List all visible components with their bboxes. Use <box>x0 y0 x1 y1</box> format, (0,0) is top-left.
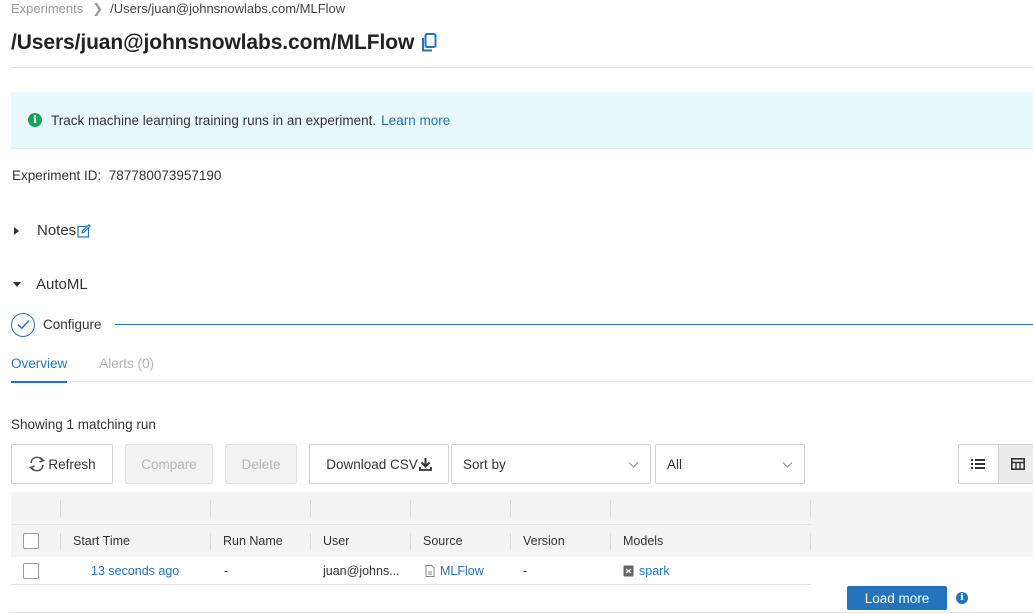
column-header-start-time[interactable]: Start Time <box>73 534 130 548</box>
breadcrumb-experiments-link[interactable]: Experiments <box>11 1 83 16</box>
page-title-text: /Users/juan@johnsnowlabs.com/MLFlow <box>11 31 415 54</box>
delete-button[interactable]: Delete <box>225 444 297 484</box>
experiment-tabs: Overview Alerts (0) <box>11 345 1033 383</box>
tab-overview[interactable]: Overview <box>11 345 68 383</box>
table-row[interactable]: 13 seconds ago - juan@johns... MLFlow - … <box>11 557 811 585</box>
column-header-run-name[interactable]: Run Name <box>223 534 283 548</box>
breadcrumb-current: /Users/juan@johnsnowlabs.com/MLFlow <box>110 1 346 16</box>
notebook-icon <box>425 565 435 577</box>
automl-label: AutoML <box>36 276 88 293</box>
learn-more-link[interactable]: Learn more <box>381 113 450 128</box>
runs-table: Start Time Run Name User Source Version … <box>11 492 1033 585</box>
column-separator <box>410 533 411 550</box>
table-icon <box>1010 458 1025 470</box>
column-separator <box>60 533 61 550</box>
tab-alerts[interactable]: Alerts (0) <box>99 345 154 382</box>
load-more-button[interactable]: Load more <box>847 586 947 610</box>
column-header-models[interactable]: Models <box>623 534 663 548</box>
model-link[interactable]: spark <box>639 564 670 578</box>
caret-right-icon <box>14 226 19 235</box>
source-cell: MLFlow <box>425 564 484 578</box>
column-separator <box>610 533 611 550</box>
column-separator <box>310 533 311 550</box>
table-header-row: Start Time Run Name User Source Version … <box>11 525 811 557</box>
breadcrumb: Experiments ❯ /Users/juan@johnsnowlabs.c… <box>11 0 345 17</box>
bottom-divider <box>11 612 1033 613</box>
group-separator <box>310 500 311 517</box>
copy-icon[interactable] <box>421 33 437 53</box>
filter-value: All <box>667 456 683 472</box>
select-all-checkbox[interactable] <box>23 533 39 549</box>
sort-by-value: Sort by <box>463 456 506 472</box>
automl-step-configure: Configure <box>11 312 1033 337</box>
refresh-button[interactable]: Refresh <box>11 444 113 484</box>
banner-text: Track machine learning training runs in … <box>51 112 377 128</box>
chevron-right-icon: ❯ <box>92 0 104 16</box>
experiment-id: Experiment ID: 787780073957190 <box>12 168 221 183</box>
view-mode-toggle <box>958 444 1033 484</box>
group-separator <box>210 500 211 517</box>
chevron-down-icon <box>628 462 639 468</box>
group-separator <box>610 500 611 517</box>
group-separator <box>60 500 61 517</box>
sort-by-select[interactable]: Sort by <box>451 444 651 484</box>
column-group-header <box>11 492 811 525</box>
info-icon[interactable]: i <box>956 592 968 604</box>
edit-icon[interactable] <box>77 223 92 238</box>
experiment-id-value: 787780073957190 <box>108 168 222 183</box>
title-divider <box>11 67 1033 68</box>
source-link[interactable]: MLFlow <box>440 564 484 578</box>
list-icon <box>971 459 986 469</box>
download-csv-label: Download CSV <box>326 456 418 472</box>
column-header-version[interactable]: Version <box>523 534 565 548</box>
check-icon <box>11 312 35 337</box>
column-separator <box>810 533 811 550</box>
automl-toggle[interactable]: AutoML <box>12 276 88 293</box>
column-header-source[interactable]: Source <box>423 534 463 548</box>
notes-label: Notes <box>37 222 77 239</box>
page-title: /Users/juan@johnsnowlabs.com/MLFlow <box>11 31 437 55</box>
configure-step-label: Configure <box>43 317 102 332</box>
download-icon <box>418 458 432 471</box>
column-header-user[interactable]: User <box>323 534 349 548</box>
column-separator <box>510 533 511 550</box>
refresh-icon <box>29 456 46 472</box>
compare-button[interactable]: Compare <box>125 444 213 484</box>
lifecycle-filter-select[interactable]: All <box>655 444 805 484</box>
chevron-down-icon <box>782 462 793 468</box>
runs-summary: Showing 1 matching run <box>11 417 156 432</box>
group-separator <box>810 500 811 517</box>
model-icon <box>623 565 634 577</box>
experiment-id-label: Experiment ID: <box>12 168 102 183</box>
list-view-button[interactable] <box>959 445 998 483</box>
refresh-label: Refresh <box>48 456 96 472</box>
notes-toggle[interactable]: Notes <box>12 222 92 239</box>
group-separator <box>410 500 411 517</box>
table-view-button[interactable] <box>997 445 1033 483</box>
column-separator <box>210 533 211 550</box>
start-time-link[interactable]: 13 seconds ago <box>91 564 179 578</box>
group-separator <box>510 500 511 517</box>
user-cell: juan@johns... <box>323 564 400 578</box>
step-progress-line <box>114 324 1033 325</box>
download-csv-button[interactable]: Download CSV <box>309 444 449 484</box>
info-banner: i Track machine learning training runs i… <box>11 92 1033 149</box>
run-name-cell: - <box>224 564 229 578</box>
version-cell: - <box>523 564 528 578</box>
row-checkbox[interactable] <box>23 563 39 579</box>
info-icon: i <box>28 113 42 127</box>
models-cell: spark <box>623 564 670 578</box>
caret-down-icon <box>13 282 21 287</box>
